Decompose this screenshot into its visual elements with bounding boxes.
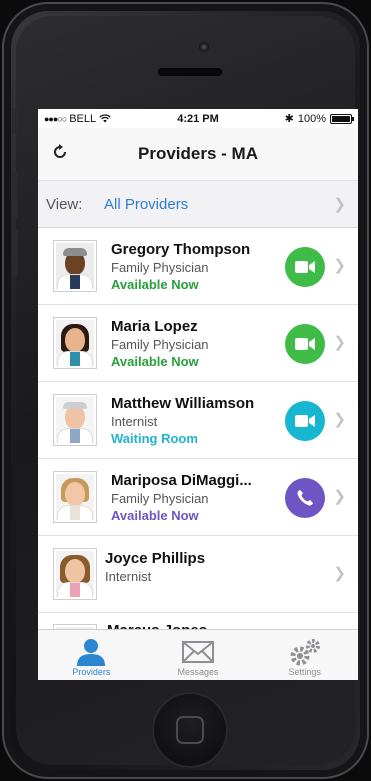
mute-switch [12, 108, 18, 134]
provider-role: Internist [105, 569, 152, 584]
avatar [53, 471, 97, 523]
provider-list: Gregory Thompson Family Physician Availa… [38, 228, 358, 680]
bluetooth-icon: ✱ [284, 113, 294, 125]
video-call-button[interactable] [285, 401, 325, 441]
battery-icon [330, 113, 354, 124]
avatar [53, 317, 97, 369]
tab-settings[interactable]: Settings [251, 630, 358, 680]
wifi-icon [99, 114, 111, 123]
carrier-name: BELL [69, 112, 97, 125]
tab-providers[interactable]: Providers [38, 630, 145, 680]
avatar [53, 240, 97, 292]
status-right: ✱ 100% [284, 112, 354, 125]
refresh-icon[interactable] [52, 144, 68, 164]
provider-row-gregory-thompson[interactable]: Gregory Thompson Family Physician Availa… [38, 228, 358, 305]
page-title: Providers - MA [138, 144, 258, 163]
provider-role: Family Physician [111, 336, 209, 352]
provider-info: Gregory Thompson Family Physician Availa… [111, 240, 250, 293]
provider-info: Maria Lopez Family Physician Available N… [111, 317, 209, 370]
video-call-button[interactable] [285, 324, 325, 364]
provider-row-matthew-williamson[interactable]: Matthew Williamson Internist Waiting Roo… [38, 382, 358, 459]
status-bar: ●●●○○ BELL 4:21 PM ✱ 100% [38, 109, 358, 128]
provider-status: Available Now [111, 353, 199, 369]
chevron-right-icon: ❯ [333, 488, 346, 505]
video-camera-icon [295, 261, 315, 273]
tab-label: Messages [177, 667, 219, 677]
provider-row-maria-lopez[interactable]: Maria Lopez Family Physician Available N… [38, 305, 358, 382]
provider-role: Family Physician [111, 259, 209, 275]
battery-percent: 100% [297, 112, 326, 125]
video-call-button[interactable] [285, 247, 325, 287]
tab-label: Settings [288, 667, 321, 677]
signal-icon: ●●●○○ [44, 113, 67, 124]
chevron-right-icon: ❯ [333, 196, 346, 213]
chevron-right-icon: ❯ [333, 257, 346, 274]
app-screen: ●●●○○ BELL 4:21 PM ✱ 100% Providers - MA… [38, 109, 358, 680]
phone-icon [297, 490, 313, 506]
home-button[interactable] [152, 692, 228, 768]
provider-role: Internist [111, 413, 158, 429]
view-filter-value[interactable]: All Providers [104, 196, 188, 213]
provider-name: Matthew Williamson [111, 394, 255, 412]
provider-role: Family Physician [111, 490, 209, 506]
person-icon [76, 637, 106, 667]
avatar [53, 548, 97, 600]
volume-down-button [12, 230, 18, 276]
avatar [53, 394, 97, 446]
provider-name: Maria Lopez [111, 317, 198, 335]
provider-name: Gregory Thompson [111, 240, 251, 258]
view-filter-row[interactable]: View: All Providers ❯ [38, 181, 358, 228]
provider-row-joyce-phillips[interactable]: Joyce Phillips Internist ❯ [38, 536, 358, 613]
provider-status: Waiting Room [111, 430, 198, 446]
chevron-right-icon: ❯ [333, 565, 346, 582]
nav-bar: Providers - MA [38, 128, 358, 181]
provider-name: Joyce Phillips [105, 550, 206, 567]
provider-name: Mariposa DiMaggi... [111, 471, 252, 489]
home-square-icon [176, 716, 204, 744]
view-label: View: [46, 195, 83, 213]
provider-status: Available Now [111, 276, 199, 292]
tab-label: Providers [72, 667, 111, 677]
earpiece-speaker [158, 68, 222, 76]
tab-bar: Providers Messages Settings [38, 629, 358, 680]
volume-up-button [12, 172, 18, 218]
provider-info: Matthew Williamson Internist Waiting Roo… [111, 394, 254, 447]
provider-info: Mariposa DiMaggi... Family Physician Ava… [111, 471, 252, 524]
provider-status: Available Now [111, 507, 199, 523]
provider-row-mariposa-dimaggi[interactable]: Mariposa DiMaggi... Family Physician Ava… [38, 459, 358, 536]
tab-messages[interactable]: Messages [145, 630, 252, 680]
envelope-icon [182, 637, 214, 667]
phone-call-button[interactable] [285, 478, 325, 518]
video-camera-icon [295, 338, 315, 350]
status-left: ●●●○○ BELL [44, 113, 111, 125]
chevron-right-icon: ❯ [333, 334, 346, 351]
video-camera-icon [295, 415, 315, 427]
gears-icon [288, 637, 322, 667]
front-camera [199, 42, 209, 52]
chevron-right-icon: ❯ [333, 411, 346, 428]
provider-info: Joyce Phillips Internist [105, 549, 205, 585]
